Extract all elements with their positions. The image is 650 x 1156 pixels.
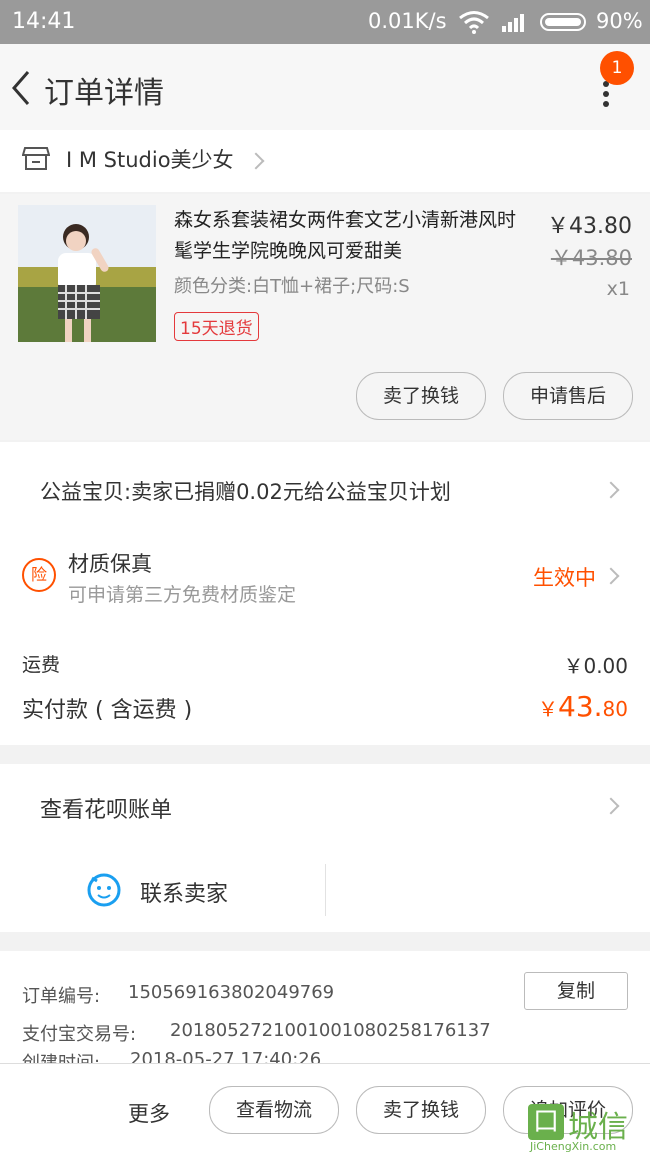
shop-name: I M Studio美少女 (66, 148, 234, 172)
chat-icon (87, 873, 121, 907)
product-quantity: x1 (606, 278, 630, 300)
back-arrow-icon[interactable] (8, 68, 32, 108)
paid-currency: ￥ (538, 697, 559, 721)
chevron-right-icon (602, 567, 620, 585)
paid-integer: 43. (558, 690, 603, 723)
service-card: 查看花呗账单 联系卖家 (0, 764, 650, 932)
chevron-right-icon (247, 152, 265, 170)
watermark-url: JiChengXin.com (530, 1140, 617, 1153)
notification-badge: 1 (600, 51, 634, 85)
insurance-row[interactable]: 险 材质保真 可申请第三方免费材质鉴定 生效中 (0, 542, 650, 612)
insurance-desc: 可申请第三方免费材质鉴定 (68, 584, 297, 606)
order-summary-card: 公益宝贝:卖家已捐赠0.02元给公益宝贝计划 险 材质保真 可申请第三方免费材质… (0, 442, 650, 745)
shipping-value: ￥0.00 (563, 654, 628, 678)
shop-row[interactable]: I M Studio美少女 (0, 130, 650, 192)
network-speed: 0.01K/s (368, 9, 447, 33)
order-no: 150569163802049769 (128, 982, 335, 1003)
product-image[interactable] (18, 205, 156, 342)
huabei-row[interactable]: 查看花呗账单 (0, 764, 650, 848)
status-time: 14:41 (12, 9, 76, 34)
created-label: 创建时间: (22, 1049, 100, 1063)
battery-icon (540, 13, 586, 31)
store-icon (22, 147, 50, 170)
signal-icon (502, 14, 524, 32)
status-bar: 14:41 0.01K/s 90% (0, 0, 650, 44)
page-title: 订单详情 (44, 76, 164, 111)
chevron-right-icon (602, 481, 620, 499)
navbar: 订单详情 (0, 44, 650, 130)
logistics-button[interactable]: 查看物流 (209, 1086, 339, 1134)
order-item[interactable]: 森女系套装裙女两件套文艺小清新港风时髦学生学院晚晚风可爱甜美 颜色分类:白T恤+… (0, 194, 650, 440)
insurance-icon: 险 (22, 558, 56, 592)
order-no-label: 订单编号: (22, 986, 101, 1007)
product-photo (18, 205, 156, 342)
after-sale-button[interactable]: 申请售后 (503, 372, 633, 420)
more-button[interactable]: 更多 (128, 1098, 170, 1128)
sell-button[interactable]: 卖了换钱 (356, 1086, 486, 1134)
product-variant: 颜色分类:白T恤+裙子;尺码:S (174, 276, 410, 297)
divider (325, 864, 326, 916)
product-price: ￥43.80 (547, 214, 632, 239)
created-time: 2018-05-27 17:40:26 (130, 1049, 322, 1063)
watermark-logo-icon: 口 (528, 1104, 564, 1140)
sell-button[interactable]: 卖了换钱 (356, 372, 486, 420)
return-policy-tag: 15天退货 (174, 312, 259, 341)
more-vertical-icon[interactable] (600, 80, 612, 110)
alipay-label: 支付宝交易号: (22, 1024, 137, 1045)
copy-button[interactable]: 复制 (524, 972, 628, 1010)
huabei-label: 查看花呗账单 (40, 798, 173, 823)
wifi-icon (459, 11, 489, 34)
battery-level: 90% (596, 9, 643, 33)
insurance-status: 生效中 (533, 566, 596, 590)
contact-seller-label: 联系卖家 (140, 882, 229, 907)
total-paid-value: ￥43.80 (538, 690, 628, 723)
contact-seller-button[interactable]: 联系卖家 (0, 864, 325, 918)
chevron-right-icon (602, 797, 620, 815)
charity-text: 公益宝贝:卖家已捐赠0.02元给公益宝贝计划 (40, 480, 451, 504)
original-price: ￥43.80 (550, 246, 632, 270)
alipay-no: 2018052721001001080258176137 (170, 1020, 491, 1041)
product-title[interactable]: 森女系套装裙女两件套文艺小清新港风时髦学生学院晚晚风可爱甜美 (174, 205, 526, 267)
total-paid-label: 实付款 ( 含运费 ) (22, 698, 193, 723)
paid-decimal: 80 (602, 697, 628, 721)
shipping-label: 运费 (22, 654, 61, 676)
insurance-title: 材质保真 (68, 552, 152, 576)
site-watermark: 口 城信 JiChengXin.com (528, 1098, 646, 1154)
charity-row[interactable]: 公益宝贝:卖家已捐赠0.02元给公益宝贝计划 (0, 442, 650, 538)
